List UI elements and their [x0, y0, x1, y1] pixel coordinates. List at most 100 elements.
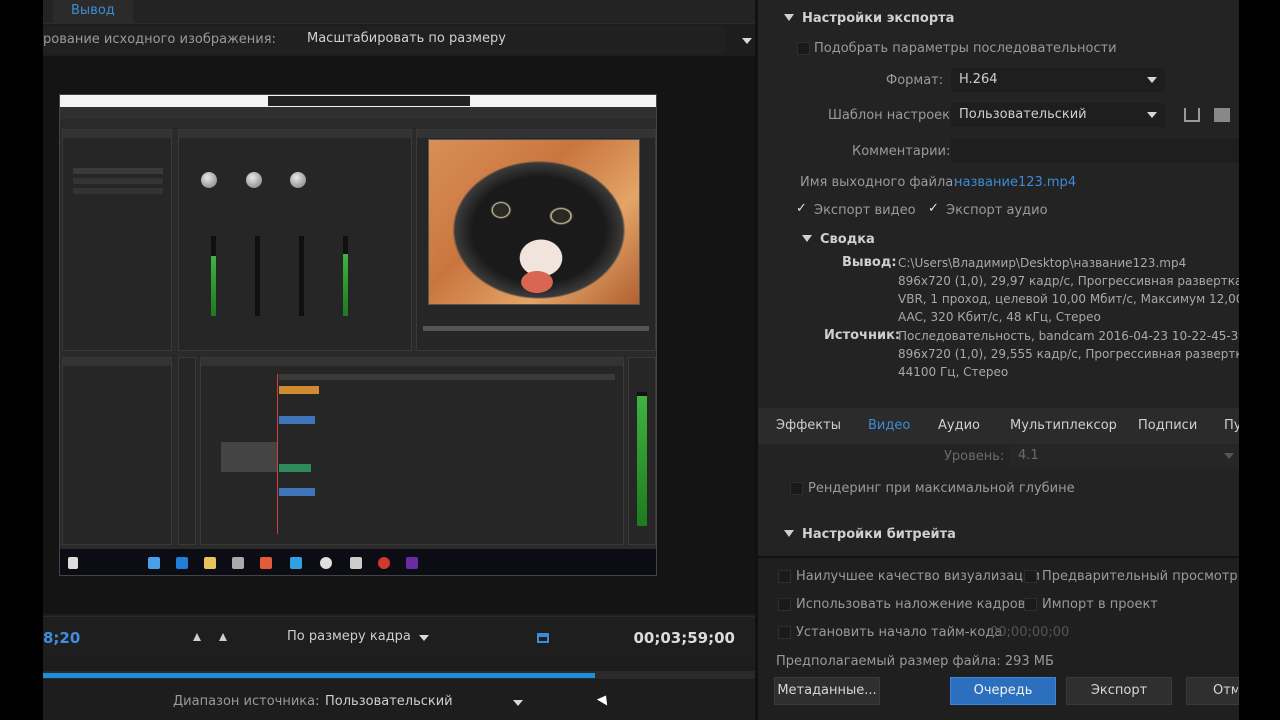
timeline-clip	[279, 386, 319, 394]
level-meter	[343, 236, 348, 316]
source-range-value: Пользовательский	[325, 694, 453, 709]
format-select[interactable]: H.264	[951, 68, 1165, 92]
comments-field[interactable]	[951, 139, 1241, 163]
output-name-link[interactable]: название123.mp4	[954, 175, 1076, 190]
set-in-icon[interactable]	[193, 633, 201, 641]
tab-effects[interactable]: Эффекты	[776, 418, 841, 433]
source-scaling-label: рование исходного изображения:	[43, 32, 276, 47]
max-depth-checkbox[interactable]	[790, 482, 803, 495]
taskbar-app-icon	[260, 557, 272, 569]
export-video-checkbox[interactable]	[796, 201, 809, 217]
set-timecode-checkbox[interactable]	[778, 626, 791, 639]
output-name-label: Имя выходного файла:	[800, 175, 958, 190]
timeline-clip	[279, 416, 315, 424]
frame-blending-checkbox[interactable]	[778, 598, 791, 611]
match-sequence-checkbox[interactable]	[797, 42, 810, 55]
preview-frame	[59, 94, 657, 576]
import-project-checkbox[interactable]	[1024, 598, 1037, 611]
level-meter	[211, 236, 216, 316]
taskbar-app-icon	[204, 557, 216, 569]
list-item	[73, 178, 163, 184]
queue-button[interactable]: Очередь	[950, 677, 1056, 705]
preview-menu-strip	[60, 107, 656, 119]
tab-output[interactable]: Вывод	[53, 0, 133, 24]
format-label: Формат:	[886, 73, 944, 88]
level-label: Уровень:	[944, 449, 1005, 464]
panel-header	[417, 130, 655, 138]
fit-select-value: По размеру кадра	[287, 629, 411, 644]
tab-multiplexer[interactable]: Мультиплексор	[1010, 418, 1117, 433]
frame-blending-label: Использовать наложение кадров	[796, 597, 1026, 612]
windows-icon	[68, 557, 78, 569]
source-range-label: Диапазон источника:	[173, 694, 320, 709]
summary-source-value: Последовательность, bandcam 2016-04-23 1…	[898, 329, 1242, 379]
export-button[interactable]: Экспорт	[1066, 677, 1172, 705]
panel-header	[201, 358, 623, 366]
chevron-down-icon	[1147, 112, 1157, 118]
preset-label: Шаблон настроек:	[828, 108, 955, 123]
tab-video[interactable]: Видео	[868, 418, 910, 433]
taskbar-app-icon	[378, 557, 390, 569]
comments-label: Комментарии:	[852, 144, 951, 159]
cancel-button[interactable]: Отм	[1186, 677, 1239, 705]
chevron-down-icon	[513, 700, 523, 706]
preset-value: Пользовательский	[959, 107, 1087, 122]
settings-tabs: Эффекты Видео Аудио Мультиплексор Подпис…	[758, 408, 1242, 444]
list-item	[73, 188, 163, 194]
set-timecode-label: Установить начало тайм-кода	[796, 625, 1003, 640]
taskbar-app-icon	[320, 557, 332, 569]
tab-captions[interactable]: Подписи	[1138, 418, 1197, 433]
collapse-icon	[784, 530, 794, 537]
panel-header	[179, 130, 411, 138]
preview-checkbox[interactable]	[1024, 570, 1037, 583]
monitor-scrubber	[423, 326, 649, 331]
export-settings-header[interactable]: Настройки экспорта	[784, 11, 954, 26]
panel-header	[63, 130, 171, 138]
preview-label: Предварительный просмотр	[1042, 569, 1238, 584]
fit-select[interactable]: По размеру кадра	[287, 627, 437, 649]
taskbar-app-icon	[350, 557, 362, 569]
summary-source-key: Источник:	[824, 328, 901, 343]
crop-icon[interactable]	[537, 633, 549, 643]
tab-audio[interactable]: Аудио	[938, 418, 980, 433]
panel-tab-bar: Вывод	[43, 0, 755, 24]
source-scaling-select[interactable]: Масштабировать по размеру	[301, 29, 761, 51]
save-preset-icon[interactable]	[1184, 108, 1200, 122]
knob-icon	[290, 172, 306, 188]
panel-header	[63, 358, 171, 366]
summary-output-value: C:\Users\Владимир\Desktop\название123.mp…	[898, 256, 1242, 324]
collapse-icon	[784, 14, 794, 21]
screen-edge	[1239, 0, 1280, 720]
preview-panel: Вывод рование исходного изображения: Мас…	[43, 0, 755, 720]
knob-icon	[246, 172, 262, 188]
preset-select[interactable]: Пользовательский	[951, 103, 1165, 127]
playhead	[277, 374, 278, 534]
timeline-clip	[279, 488, 315, 496]
timecode-current[interactable]: 8;20	[43, 629, 80, 647]
taskbar-app-icon	[290, 557, 302, 569]
import-project-label: Импорт в проект	[1042, 597, 1158, 612]
set-out-icon[interactable]	[219, 633, 227, 641]
source-range-select[interactable]: Пользовательский	[325, 694, 523, 709]
summary-header[interactable]: Сводка	[802, 232, 875, 247]
export-audio-checkbox[interactable]	[928, 201, 941, 217]
timecode-duration: 00;03;59;00	[633, 629, 736, 647]
source-progress-bar[interactable]	[43, 671, 755, 679]
preview-media-browser	[62, 357, 172, 545]
track-header	[221, 442, 277, 472]
best-quality-checkbox[interactable]	[778, 570, 791, 583]
level-select[interactable]: 4.1	[1010, 444, 1242, 468]
chevron-down-icon	[1224, 453, 1234, 459]
preview-audio-mixer	[178, 129, 412, 351]
metadata-button[interactable]: Метаданные...	[774, 677, 880, 705]
timecode-start-field[interactable]: 00;00;00;00	[990, 625, 1069, 640]
import-preset-icon[interactable]	[1214, 108, 1230, 122]
timeline-clip	[279, 464, 311, 472]
taskbar-app-icon	[232, 557, 244, 569]
preview-timeline	[200, 357, 624, 545]
collapse-icon	[802, 235, 812, 242]
taskbar-app-icon	[176, 557, 188, 569]
recorder-toolbar	[268, 96, 470, 106]
bitrate-header[interactable]: Настройки битрейта	[784, 527, 956, 542]
export-video-label: Экспорт видео	[814, 203, 916, 218]
